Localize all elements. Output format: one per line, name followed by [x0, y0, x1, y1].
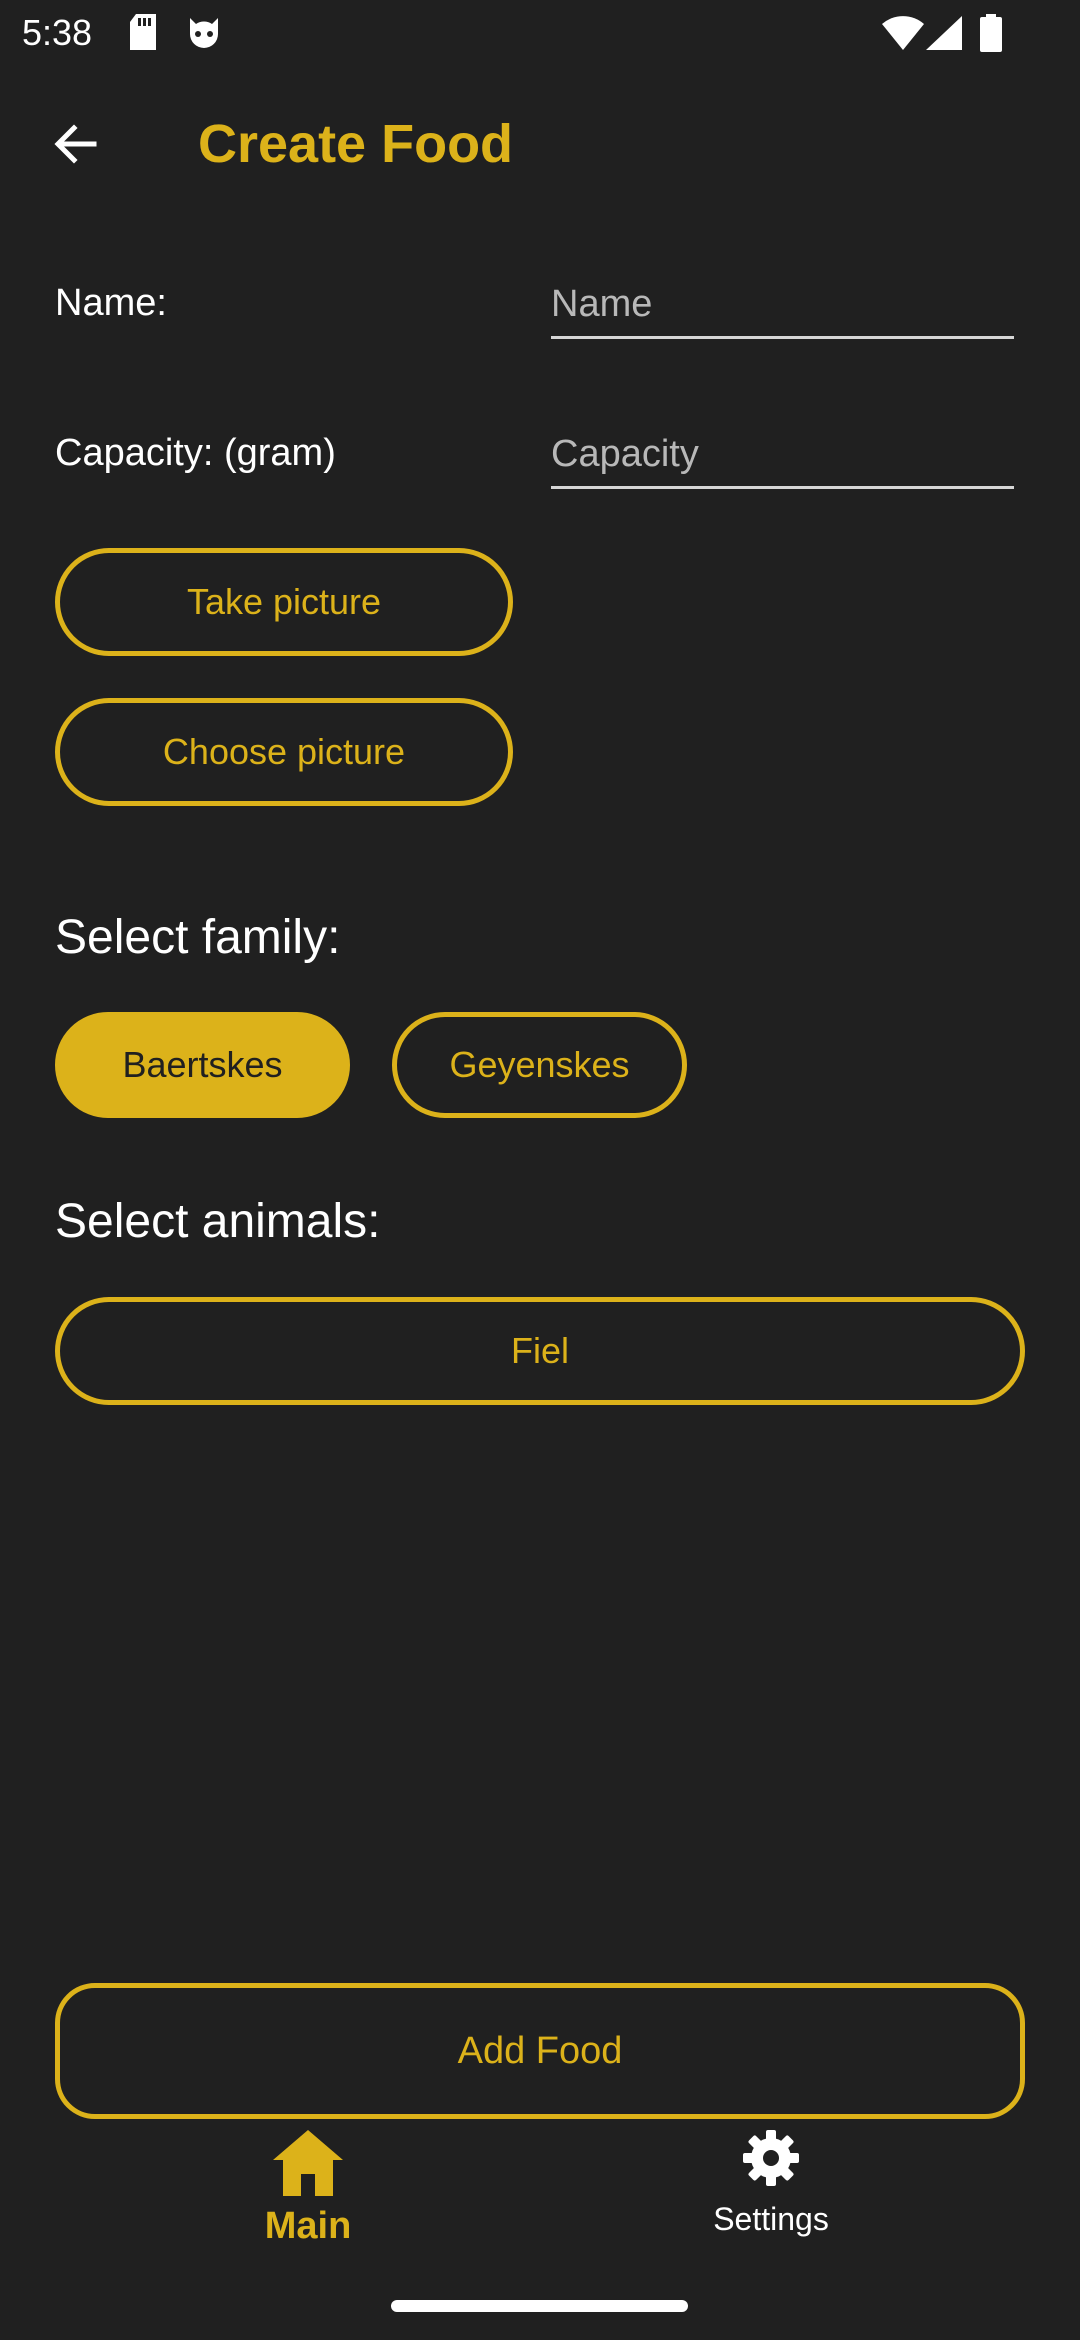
status-time: 5:38 [22, 12, 93, 53]
battery-icon [980, 14, 1002, 57]
wifi-icon [882, 16, 924, 55]
status-bar: 5:38 [0, 0, 1080, 66]
page-title: Create Food [198, 114, 514, 174]
select-animals-title: Select animals: [55, 1195, 381, 1248]
app-bar: Create Food [0, 66, 1080, 226]
add-food-button[interactable]: Add Food [55, 1983, 1025, 2119]
family-option-geyenskes[interactable]: Geyenskes [392, 1012, 687, 1118]
sd-card-icon [128, 14, 158, 55]
home-indicator[interactable] [391, 2300, 688, 2312]
capacity-input[interactable] [551, 422, 1014, 489]
family-option-baertskes[interactable]: Baertskes [55, 1012, 350, 1118]
nav-item-main[interactable]: Main [158, 2130, 458, 2260]
arrow-left-icon [52, 120, 100, 173]
nav-label-settings: Settings [713, 2201, 829, 2237]
signal-icon [926, 16, 962, 55]
create-food-screen: 5:38 Create Food Name: Capacity: (gram) … [0, 0, 1080, 2340]
home-icon [273, 2130, 343, 2201]
name-label: Name: [55, 282, 167, 324]
nav-item-settings[interactable]: Settings [621, 2130, 921, 2260]
gear-icon [743, 2130, 799, 2191]
nav-label-main: Main [264, 2205, 352, 2247]
select-family-title: Select family: [55, 911, 341, 964]
take-picture-button[interactable]: Take picture [55, 548, 513, 656]
choose-picture-button[interactable]: Choose picture [55, 698, 513, 806]
name-input[interactable] [551, 272, 1014, 339]
back-button[interactable] [36, 106, 116, 186]
cat-face-icon [186, 14, 222, 55]
animal-option-fiel[interactable]: Fiel [55, 1297, 1025, 1405]
capacity-label: Capacity: (gram) [55, 432, 336, 474]
